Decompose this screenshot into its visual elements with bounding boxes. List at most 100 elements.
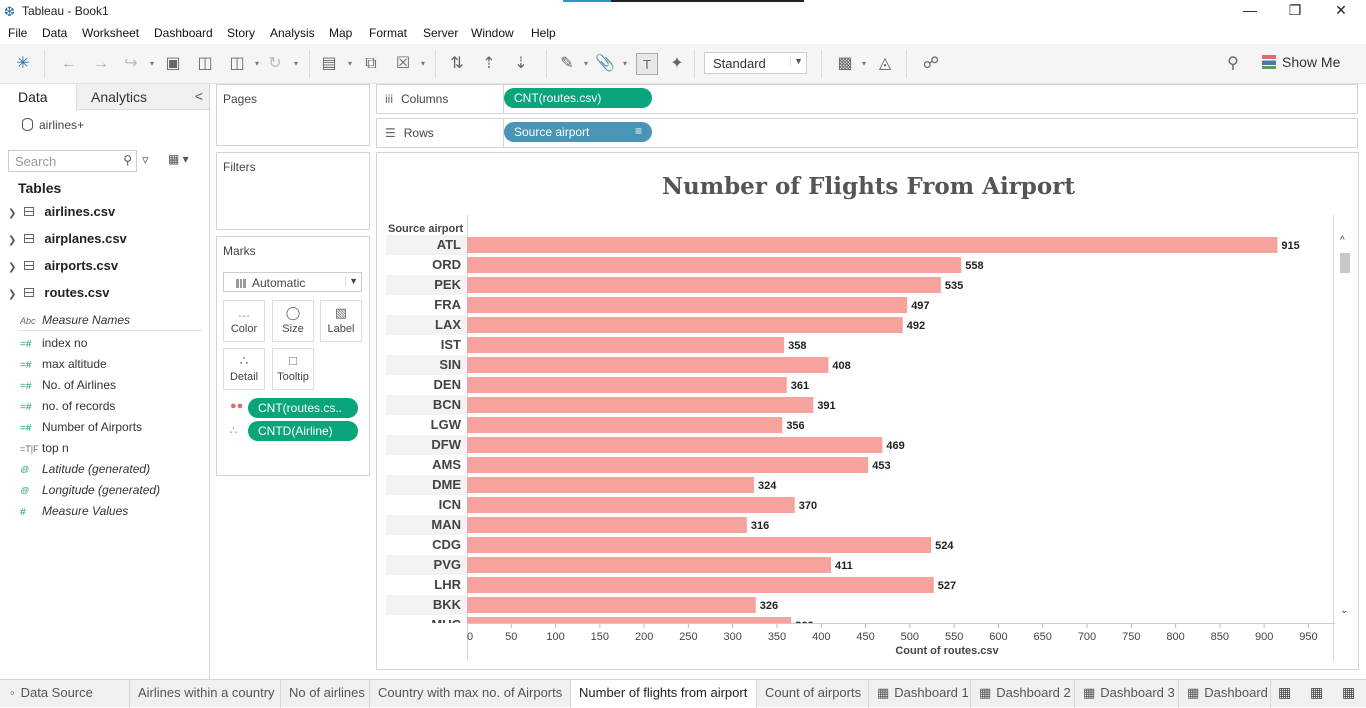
field-item[interactable]: Abc Measure Names [20,313,130,331]
row-label[interactable]: DME [432,477,461,492]
save-icon[interactable]: ▣ [162,53,184,75]
bar[interactable] [467,417,783,433]
new-worksheet-icon[interactable]: ▤ [318,53,340,75]
field-item[interactable]: =# no. of records [20,399,115,417]
presentation-mode-icon[interactable]: ◬ [874,53,896,75]
clear-sheet-icon[interactable]: ☒ [392,53,414,75]
detail-button[interactable]: ∴ Detail [223,348,265,390]
menu-analysis[interactable]: Analysis [270,26,315,40]
share-icon[interactable]: ☍ [920,53,942,75]
highlight-dropdown-icon[interactable]: ▾ [582,53,590,75]
bar[interactable] [467,577,934,593]
field-item[interactable]: =# max altitude [20,357,107,375]
field-item[interactable]: =# index no [20,336,87,354]
sort-descending-icon[interactable]: ⇣ [510,53,532,75]
pin-icon[interactable]: ⚲ [1222,53,1244,75]
row-label[interactable]: PVG [434,557,461,572]
table-item[interactable]: ❯ airplanes.csv [8,231,127,251]
row-label[interactable]: BKK [433,597,462,612]
menu-file[interactable]: File [8,26,27,40]
chevron-right-icon[interactable]: ❯ [8,289,16,300]
replay-icon[interactable]: ↪ [120,53,142,75]
menu-format[interactable]: Format [369,26,407,40]
color-pill[interactable]: CNT(routes.cs.. [248,398,358,418]
table-item[interactable]: ❯ airports.csv [8,258,118,278]
row-label[interactable]: DEN [434,377,461,392]
search-input[interactable]: Search ⚲ [8,150,137,172]
tab-analytics[interactable]: Analytics < [76,84,209,110]
field-item[interactable]: =# Number of Airports [20,420,142,438]
row-label[interactable]: SIN [439,357,461,372]
datasource-item[interactable]: airlines+ [22,118,84,132]
bar[interactable] [467,377,787,393]
dashboard-tab[interactable]: ▦ Dashboard 1 [869,680,971,708]
restore-button[interactable]: ❐ [1272,0,1318,22]
bar[interactable] [467,597,756,613]
chevron-right-icon[interactable]: ❯ [8,262,16,273]
show-me-button[interactable]: Show Me [1262,54,1340,70]
scrollbar-thumb[interactable] [1340,253,1350,273]
field-item[interactable]: 🌐︎ Longitude (generated) [20,483,160,501]
view-options-icon[interactable]: ▦ ▾ [168,152,189,166]
new-worksheet-icon[interactable]: ▦ [1278,684,1291,701]
undo-icon[interactable]: ← [58,53,80,75]
duplicate-sheet-icon[interactable]: ⧉ [360,53,382,75]
menu-server[interactable]: Server [423,26,458,40]
refresh-icon[interactable]: ↻ [264,53,286,75]
redo-icon[interactable]: → [90,53,112,75]
size-button[interactable]: ◯ Size [272,300,314,342]
new-dashboard-icon[interactable]: ▦ [1310,684,1323,701]
pause-updates-icon[interactable]: ◫ [226,53,248,75]
close-button[interactable]: ✕ [1318,0,1364,22]
sheet-tab[interactable]: Country with max no. of Airports [370,680,571,708]
pause-dropdown-icon[interactable]: ▾ [253,53,261,75]
row-label[interactable]: FRA [434,297,461,312]
sheet-tab[interactable]: No of airlines [281,680,370,708]
mark-type-select[interactable]: Automatic ▼ [223,272,362,292]
sheet-tab-active[interactable]: Number of flights from airport [571,680,757,708]
dashboard-tab[interactable]: ▦ Dashboard 2 [971,680,1075,708]
table-item[interactable]: ❯ routes.csv [8,285,109,305]
field-item[interactable]: =# No. of Airlines [20,378,116,396]
data-source-tab[interactable]: ◦ Data Source [0,680,130,708]
bar[interactable] [467,397,814,413]
show-mark-labels-icon[interactable]: T [636,53,658,75]
filters-card[interactable]: Filters [216,152,370,230]
pages-card[interactable]: Pages [216,84,370,146]
bar[interactable] [467,257,962,273]
table-item[interactable]: ❯ airlines.csv [8,204,115,224]
field-item[interactable]: =T|F top n [20,441,69,459]
sort-ascending-icon[interactable]: ⇡ [478,53,500,75]
bar[interactable] [467,557,832,573]
label-button[interactable]: ▧ Label [320,300,362,342]
collapse-pane-icon[interactable]: < [195,88,203,104]
bar[interactable] [467,457,869,473]
bar[interactable] [467,277,941,293]
bar[interactable] [467,537,932,553]
bar[interactable] [467,517,747,533]
tab-data[interactable]: Data [0,84,76,110]
field-item[interactable]: 🌐︎ Latitude (generated) [20,462,150,480]
columns-pill[interactable]: CNT(routes.csv) [504,88,652,108]
sheet-tab[interactable]: Count of airports [757,680,869,708]
menu-window[interactable]: Window [471,26,514,40]
row-label[interactable]: LGW [431,417,462,432]
bar[interactable] [467,237,1278,253]
detail-pill[interactable]: CNTD(Airline) [248,421,358,441]
new-story-icon[interactable]: ▦ [1342,684,1355,701]
group-members-icon[interactable]: 📎 [594,53,616,75]
menu-help[interactable]: Help [531,26,556,40]
row-label[interactable]: LAX [435,317,461,332]
cards-dropdown-icon[interactable]: ▾ [860,53,868,75]
field-item[interactable]: # Measure Values [20,504,128,522]
row-label[interactable]: MUC [431,617,461,623]
bar[interactable] [467,317,903,333]
clear-dropdown-icon[interactable]: ▾ [419,53,427,75]
row-label[interactable]: AMS [432,457,461,472]
chevron-right-icon[interactable]: ❯ [8,208,16,219]
row-label[interactable]: ICN [439,497,461,512]
sheet-tab[interactable]: Airlines within a country [130,680,281,708]
tooltip-button[interactable]: □ Tooltip [272,348,314,390]
row-label[interactable]: PEK [434,277,461,292]
filter-icon[interactable]: ▿ [142,152,149,168]
